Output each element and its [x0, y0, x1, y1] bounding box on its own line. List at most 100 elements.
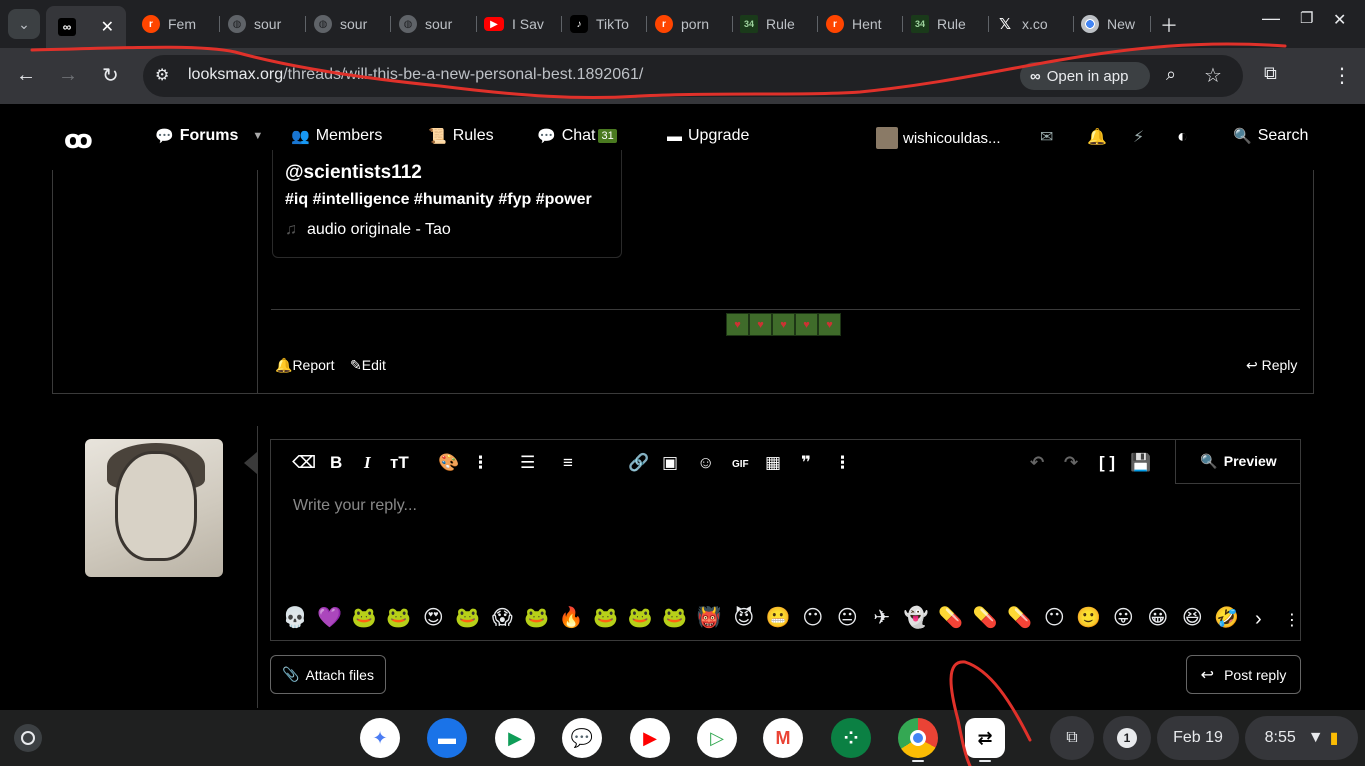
gif-icon[interactable]: GIF [732, 459, 749, 470]
fire-icon[interactable]: 🔥 [554, 605, 589, 630]
open-in-app-button[interactable]: ∞ Open in app [1020, 62, 1150, 90]
reload-icon[interactable]: ↻ [102, 63, 119, 88]
trollface-icon[interactable]: 😐 [830, 605, 865, 630]
app-grid-icon[interactable]: ⁘ [831, 718, 871, 758]
back-arrow-icon[interactable]: ← [16, 64, 36, 87]
nav-rules[interactable]: 📜 Rules [428, 127, 494, 145]
notification-pill[interactable]: 1 [1103, 716, 1151, 760]
fullscreen-icon[interactable]: [ ] [1099, 453, 1115, 473]
pepe-icon[interactable]: 🐸 [347, 605, 382, 630]
nav-upgrade[interactable]: ▬ Upgrade [667, 127, 749, 145]
site-settings-icon[interactable]: ⚙ [155, 65, 169, 85]
tab[interactable]: ▶ I Sav [484, 8, 544, 40]
site-logo[interactable]: ꝏ [64, 124, 93, 155]
embed-handle[interactable]: @scientists112 [285, 162, 422, 184]
emote-icon[interactable]: 👻 [899, 605, 934, 630]
pepe-icon[interactable]: 🐸 [451, 605, 486, 630]
emote-icon[interactable]: ✈ [865, 605, 900, 630]
pepe-icon[interactable]: 🐸 [520, 605, 555, 630]
restore-icon[interactable]: ❐ [1300, 9, 1313, 27]
image-icon[interactable]: ▣ [662, 453, 678, 473]
reply-link[interactable]: ↩ Reply [1246, 357, 1297, 374]
link-icon[interactable]: 🔗 [628, 453, 649, 473]
undo-icon[interactable]: ↶ [1030, 453, 1044, 473]
app-icon[interactable]: ⇄ [965, 718, 1005, 758]
nav-search[interactable]: 🔍 Search [1233, 127, 1308, 145]
italic-icon[interactable]: I [364, 453, 371, 473]
close-window-icon[interactable]: ✕ [1333, 10, 1346, 30]
pepe-icon[interactable]: 🐸 [382, 605, 417, 630]
youtube-icon[interactable]: ▶ [630, 718, 670, 758]
post-reply-button[interactable]: ↩ Post reply [1186, 655, 1301, 694]
status-tray[interactable]: 8:55 ▼ ▮ [1245, 716, 1358, 760]
forward-arrow-icon[interactable]: → [58, 64, 78, 87]
messages-icon[interactable]: 💬 [562, 718, 602, 758]
report-link[interactable]: 🔔Report [275, 357, 334, 374]
list-icon[interactable]: ☰ [520, 453, 535, 473]
tab[interactable]: ◍ sour [314, 8, 384, 40]
pepe-icon[interactable]: 🐸 [658, 605, 693, 630]
emote-icon[interactable]: 😱 [485, 605, 520, 630]
tab[interactable]: 𝕏x.co [996, 8, 1056, 40]
minimize-icon[interactable]: — [1262, 8, 1280, 29]
tab-search-button[interactable]: ⌄ [8, 9, 40, 39]
pepe-icon[interactable]: 🐸 [623, 605, 658, 630]
redo-icon[interactable]: ↷ [1064, 453, 1078, 473]
emoji-icon[interactable]: 😛 [1106, 605, 1141, 630]
nav-chat[interactable]: 💬 Chat 31 [537, 127, 617, 145]
edit-link[interactable]: ✎Edit [350, 357, 386, 374]
new-tab-plus-icon[interactable]: ＋ [1160, 12, 1178, 38]
embed-audio[interactable]: ♫ audio originale - Tao [285, 221, 451, 239]
bookmark-star-icon[interactable]: ☆ [1204, 63, 1222, 88]
emoji-icon[interactable]: 😶 [1037, 605, 1072, 630]
emoji-icon[interactable]: 😆 [1175, 605, 1210, 630]
emoji-icon[interactable]: 😀 [1141, 605, 1176, 630]
tab-active[interactable]: ∞ ✕ [46, 6, 126, 48]
quote-icon[interactable]: ❞ [801, 453, 811, 473]
nav-members[interactable]: 👥 Members [291, 127, 382, 145]
tab[interactable]: ◍ sour [228, 8, 298, 40]
tab[interactable]: r porn [655, 8, 715, 40]
text-size-icon[interactable]: тT [390, 453, 409, 473]
trollface-icon[interactable]: 😶 [796, 605, 831, 630]
pepe-icon[interactable]: 🐸 [589, 605, 624, 630]
tab[interactable]: ◍ sour [399, 8, 469, 40]
smiley-icon[interactable]: ☺ [697, 453, 714, 473]
pill-icon[interactable]: 💊 [1003, 605, 1038, 630]
tote-icon[interactable]: ⧉ [1050, 716, 1094, 760]
emote-icon[interactable]: 💜 [313, 605, 348, 630]
meet-icon[interactable]: ▶ [495, 718, 535, 758]
menu-kebab-icon[interactable]: ⋮ [1332, 63, 1352, 88]
bolt-icon[interactable]: ⚡ [1133, 127, 1144, 147]
more-options-icon[interactable]: ⋮ [834, 453, 851, 473]
gemini-icon[interactable]: ✦ [360, 718, 400, 758]
eraser-icon[interactable]: ⌫ [292, 453, 316, 473]
align-icon[interactable]: ≡ [563, 453, 573, 473]
tab[interactable]: r Fem [142, 8, 212, 40]
more-options-icon[interactable]: ⋮ [1284, 610, 1300, 630]
zoom-icon[interactable]: ⌕ [1166, 64, 1176, 85]
palette-icon[interactable]: 🎨 [438, 453, 459, 473]
envelope-icon[interactable]: ✉ [1040, 127, 1053, 147]
files-icon[interactable]: ▬ [427, 718, 467, 758]
tab[interactable]: ♪ TikTo [570, 8, 630, 40]
emote-icon[interactable]: 😍 [416, 605, 451, 630]
emoji-icon[interactable]: 🙂 [1072, 605, 1107, 630]
tab[interactable]: New [1081, 8, 1141, 40]
emoji-icon[interactable]: 🤣 [1210, 605, 1245, 630]
embed-tags[interactable]: #iq #intelligence #humanity #fyp #power [285, 191, 592, 209]
reply-input[interactable]: Write your reply... [293, 497, 417, 515]
tab[interactable]: 34 Rule [740, 8, 800, 40]
extensions-icon[interactable]: ⧉ [1264, 63, 1277, 84]
trollface-icon[interactable]: 😬 [761, 605, 796, 630]
preview-button[interactable]: 🔍 Preview [1175, 439, 1301, 484]
trollface-icon[interactable]: 😈 [727, 605, 762, 630]
pill-icon[interactable]: 💊 [934, 605, 969, 630]
chevron-right-icon[interactable]: › [1255, 608, 1262, 631]
bold-icon[interactable]: B [330, 453, 342, 473]
nav-forums[interactable]: 💬 Forums ▼ [155, 127, 263, 145]
emote-icon[interactable]: 💀 [278, 605, 313, 630]
play-store-icon[interactable]: ▷ [697, 718, 737, 758]
user-avatar[interactable] [85, 439, 223, 577]
attach-files-button[interactable]: 📎 Attach files [270, 655, 386, 694]
